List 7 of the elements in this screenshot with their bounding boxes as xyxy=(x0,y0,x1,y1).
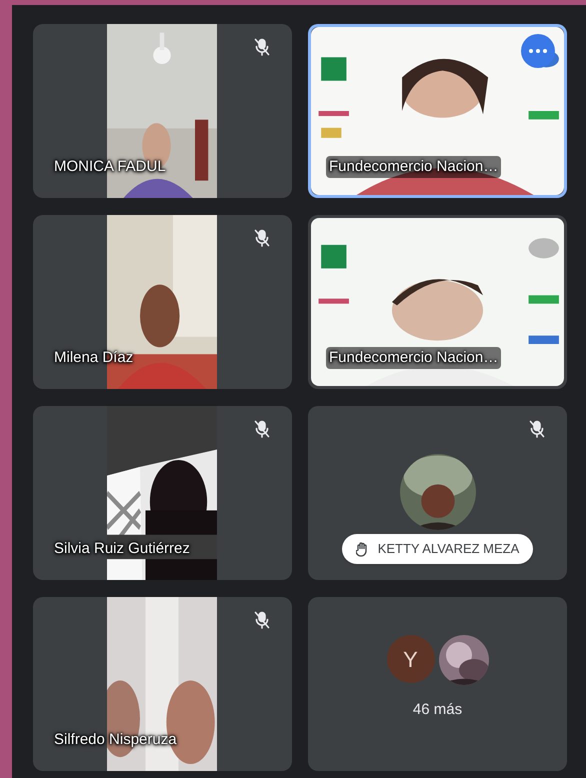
participant-name: KETTY ALVAREZ MEZA xyxy=(378,540,520,558)
participant-name: Silvia Ruiz Gutiérrez xyxy=(54,538,190,558)
more-count: 46 más xyxy=(412,700,462,720)
participant-name: Fundecomercio Nacion… xyxy=(326,156,502,178)
participant-name: Fundecomercio Nacion… xyxy=(326,346,502,369)
more-participants-tile[interactable]: Y 46 más xyxy=(308,597,567,771)
letter-avatar: Y xyxy=(386,635,434,683)
